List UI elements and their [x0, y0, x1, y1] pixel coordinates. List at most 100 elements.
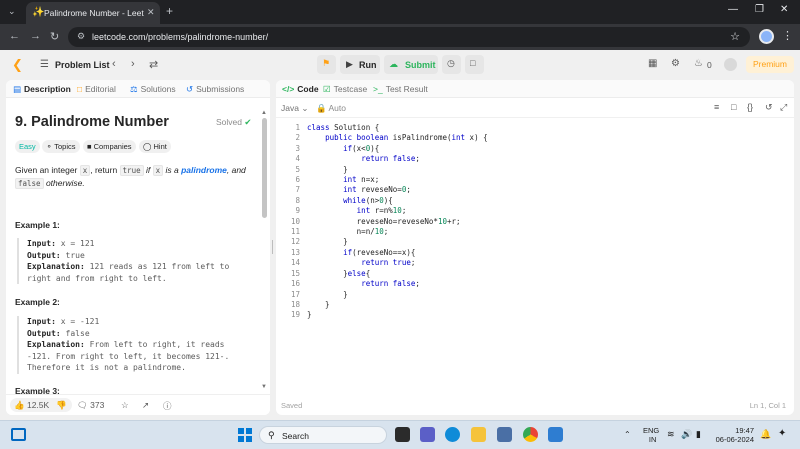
comments-button[interactable]: 🗨 373: [77, 400, 104, 411]
run-button[interactable]: ▶ Run: [340, 55, 380, 74]
auto-mode-toggle[interactable]: 🔒 Auto: [316, 103, 346, 114]
volume-icon[interactable]: 🔊: [681, 429, 692, 440]
tab-submissions[interactable]: ↺ Submissions: [186, 84, 244, 95]
code-line[interactable]: n=n/10;: [307, 227, 488, 237]
user-avatar[interactable]: [724, 58, 737, 71]
camera-app-icon[interactable]: [497, 427, 512, 442]
settings-gear-icon[interactable]: ⚙: [671, 58, 680, 69]
code-line[interactable]: }: [307, 310, 488, 320]
tab-testcase[interactable]: ☑ Testcase: [323, 84, 367, 95]
code-line[interactable]: return true;: [307, 258, 488, 268]
code-line[interactable]: return false;: [307, 154, 488, 164]
close-window-icon[interactable]: ✕: [780, 4, 788, 15]
taskbar-search[interactable]: ⚲ Search: [259, 426, 387, 444]
reload-icon[interactable]: ↻: [50, 30, 59, 43]
edge-icon[interactable]: [445, 427, 460, 442]
chrome-icon[interactable]: [523, 427, 538, 442]
problem-list-link[interactable]: Problem List: [55, 60, 110, 70]
tab-description[interactable]: ▤ Description: [13, 84, 71, 95]
battery-icon[interactable]: ▮: [696, 429, 701, 440]
debug-button[interactable]: ⚑: [317, 55, 336, 74]
new-tab-icon[interactable]: +: [166, 4, 173, 18]
dislike-thumbs-down-icon[interactable]: 👎: [56, 400, 67, 411]
problem-list-icon[interactable]: ☰: [40, 59, 49, 70]
code-line[interactable]: reveseNo=reveseNo*10+r;: [307, 217, 488, 227]
code-line[interactable]: public boolean isPalindrome(int x) {: [307, 133, 488, 143]
reset-code-icon[interactable]: ↺: [765, 102, 773, 113]
prev-problem-chevron-icon[interactable]: ‹: [112, 58, 116, 70]
tray-overflow-chevron-icon[interactable]: ⌃: [624, 430, 631, 439]
code-line[interactable]: int reveseNo=0;: [307, 185, 488, 195]
tab-solutions[interactable]: ⚖ Solutions: [130, 84, 176, 95]
code-text-area[interactable]: class Solution { public boolean isPalind…: [307, 123, 488, 321]
teams-icon[interactable]: [420, 427, 435, 442]
bookmark-icon[interactable]: □: [731, 102, 736, 112]
difficulty-chip[interactable]: Easy: [15, 140, 40, 153]
tab-code[interactable]: </> Code: [282, 84, 319, 94]
code-line[interactable]: class Solution {: [307, 123, 488, 133]
widgets-icon[interactable]: [11, 428, 26, 441]
forward-icon[interactable]: →: [30, 30, 41, 42]
palindrome-link[interactable]: palindrome: [181, 165, 227, 175]
chrome-menu-icon[interactable]: ⋮: [782, 29, 793, 42]
streak-flame-icon[interactable]: ♨: [694, 58, 703, 69]
scroll-up-icon[interactable]: ▲: [261, 110, 267, 116]
task-view-icon[interactable]: [395, 427, 410, 442]
panel-resize-handle[interactable]: [271, 240, 274, 254]
format-code-icon[interactable]: ≡: [714, 102, 719, 112]
code-line[interactable]: }: [307, 300, 488, 310]
tab-editorial[interactable]: □ Editorial: [77, 84, 116, 94]
windows-start-icon[interactable]: [238, 428, 252, 442]
next-problem-chevron-icon[interactable]: ›: [131, 58, 135, 70]
language-select[interactable]: Java ⌄: [281, 103, 308, 114]
layout-grid-icon[interactable]: ▦: [648, 58, 657, 69]
tab-test-result[interactable]: >_ Test Result: [373, 84, 428, 94]
share-icon[interactable]: ↗: [142, 400, 149, 411]
topics-chip[interactable]: ⚬ Topics: [42, 140, 80, 153]
scroll-down-icon[interactable]: ▼: [261, 384, 267, 390]
tab-search-chevron-icon[interactable]: ⌄: [8, 6, 16, 17]
help-icon[interactable]: ⓘ: [163, 400, 172, 412]
code-line[interactable]: if(x<0){: [307, 144, 488, 154]
site-info-icon[interactable]: ⚙: [77, 31, 85, 42]
code-line[interactable]: }: [307, 290, 488, 300]
back-icon[interactable]: ←: [9, 30, 20, 42]
wifi-icon[interactable]: ≋: [667, 429, 675, 440]
windows-taskbar: ⚲ Search ⌃ ENG IN ≋ 🔊 ▮ 19:47 06-06-2024 🔔…: [0, 420, 800, 449]
code-line[interactable]: int n=x;: [307, 175, 488, 185]
braces-icon[interactable]: {}: [747, 102, 753, 112]
close-tab-icon[interactable]: ✕: [147, 7, 155, 18]
shuffle-icon[interactable]: ⇄: [149, 58, 158, 71]
browser-tab[interactable]: ✨ Palindrome Number - LeetCode ✕: [26, 2, 160, 24]
companies-chip[interactable]: ■ Companies: [83, 140, 136, 153]
like-button[interactable]: 👍 12.5K: [14, 400, 49, 411]
file-explorer-icon[interactable]: [471, 427, 486, 442]
code-line[interactable]: int r=n%10;: [307, 206, 488, 216]
description-scrollbar-thumb[interactable]: [262, 118, 267, 218]
premium-button[interactable]: Premium: [746, 56, 794, 73]
clock[interactable]: 19:47 06-06-2024: [714, 426, 754, 444]
code-line[interactable]: while(n>0){: [307, 196, 488, 206]
bookmark-star-icon[interactable]: ☆: [730, 30, 740, 43]
code-line[interactable]: if(reveseNo==x){: [307, 248, 488, 258]
copilot-icon[interactable]: ✦: [778, 428, 786, 439]
favorite-star-icon[interactable]: ☆: [121, 400, 129, 411]
profile-avatar[interactable]: [759, 29, 774, 44]
hint-chip[interactable]: ◯ Hint: [139, 140, 171, 153]
code-line[interactable]: }: [307, 237, 488, 247]
code-line[interactable]: }else{: [307, 269, 488, 279]
code-line[interactable]: }: [307, 165, 488, 175]
notes-button[interactable]: □: [465, 55, 484, 74]
code-line[interactable]: return false;: [307, 279, 488, 289]
url-text[interactable]: leetcode.com/problems/palindrome-number/: [92, 32, 268, 42]
submit-button[interactable]: ☁ Submit: [384, 55, 438, 74]
url-omnibox[interactable]: ⚙ leetcode.com/problems/palindrome-numbe…: [68, 27, 750, 47]
restore-icon[interactable]: ❐: [755, 4, 764, 15]
leetcode-logo-icon[interactable]: ❮: [12, 57, 23, 73]
timer-button[interactable]: ◷: [442, 55, 461, 74]
input-language[interactable]: ENG IN: [643, 426, 659, 444]
photos-app-icon[interactable]: [548, 427, 563, 442]
notification-bell-icon[interactable]: 🔔: [760, 429, 771, 440]
fullscreen-icon[interactable]: ⤢: [780, 102, 787, 113]
minimize-icon[interactable]: —: [728, 4, 738, 15]
